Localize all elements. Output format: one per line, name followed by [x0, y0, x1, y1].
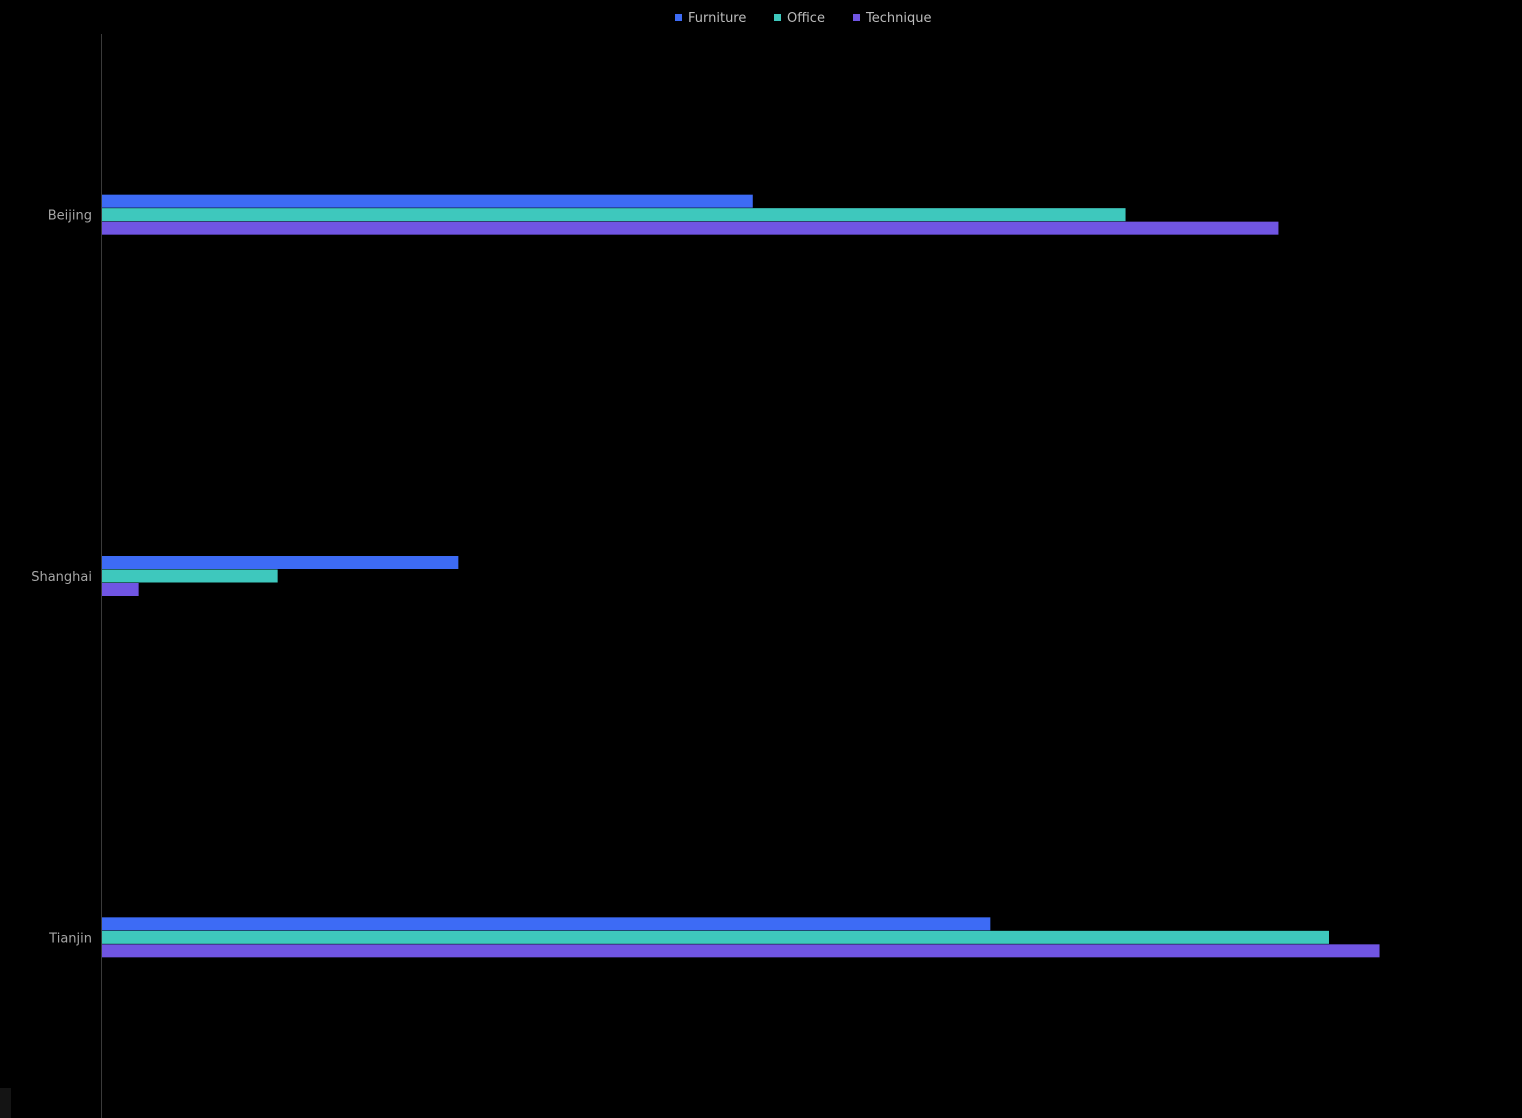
bar-tianjin-technique[interactable]	[102, 944, 1380, 958]
legend-swatch-furniture	[675, 14, 682, 21]
bar-series	[102, 194, 1380, 958]
bar-beijing-furniture[interactable]	[102, 194, 753, 208]
y-axis-ticks: Beijing Shanghai Tianjin	[31, 209, 92, 947]
legend-label-furniture: Furniture	[688, 11, 746, 26]
legend-swatch-technique	[853, 14, 860, 21]
legend-item-technique[interactable]: Technique	[853, 11, 931, 26]
y-tick-label-tianjin: Tianjin	[48, 931, 92, 946]
bar-shanghai-furniture[interactable]	[102, 556, 459, 569]
bar-chart: Furniture Office Technique Beijing Shanghai…	[31, 11, 1380, 1118]
legend-label-technique: Technique	[865, 11, 931, 26]
bar-tianjin-furniture[interactable]	[102, 917, 991, 931]
legend-swatch-office	[774, 14, 781, 21]
corner-panel	[0, 1088, 11, 1118]
y-tick-label-beijing: Beijing	[48, 209, 92, 224]
bar-beijing-office[interactable]	[102, 208, 1126, 222]
chart-legend[interactable]: Furniture Office Technique	[675, 11, 931, 26]
legend-item-furniture[interactable]: Furniture	[675, 11, 746, 26]
bar-beijing-technique[interactable]	[102, 221, 1279, 235]
bar-shanghai-office[interactable]	[102, 569, 278, 583]
bar-tianjin-office[interactable]	[102, 930, 1329, 944]
y-tick-label-shanghai: Shanghai	[31, 570, 92, 585]
legend-label-office: Office	[787, 11, 825, 26]
bar-shanghai-technique[interactable]	[102, 583, 139, 596]
legend-item-office[interactable]: Office	[774, 11, 825, 26]
